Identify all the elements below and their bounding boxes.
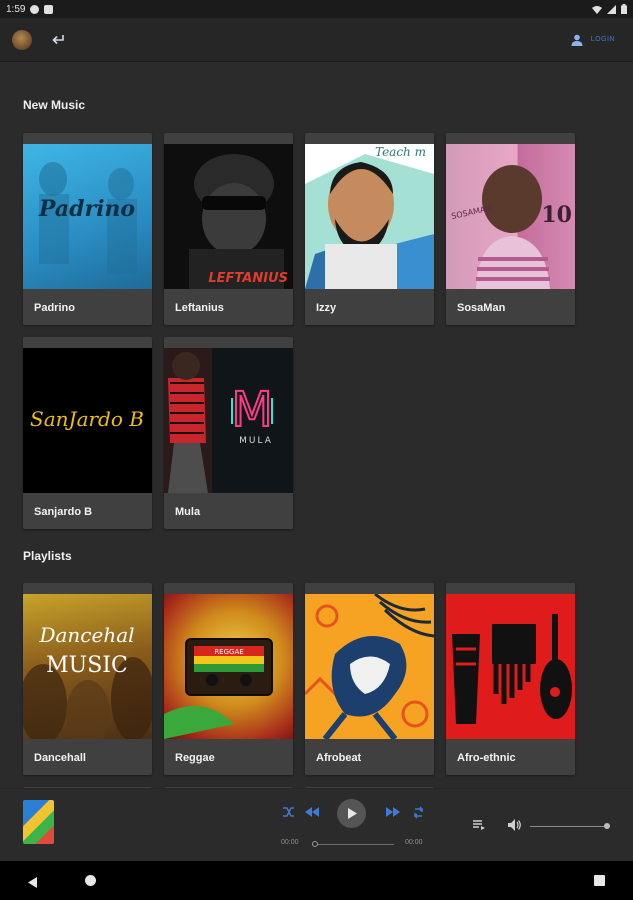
- section-title-playlists: Playlists: [23, 549, 72, 563]
- back-button[interactable]: [48, 30, 68, 50]
- section-title-new-music: New Music: [23, 98, 86, 112]
- duration-time: 00:00: [405, 839, 423, 846]
- mula-cover-letter: M: [231, 382, 272, 438]
- album-card-padrino[interactable]: Padrino Padrino: [23, 133, 152, 325]
- person-icon: [571, 34, 583, 46]
- album-label: Sanjardo B: [34, 506, 93, 518]
- playlist-card-afrobeat[interactable]: Afrobeat: [305, 583, 434, 775]
- album-card-sosaman[interactable]: SOSAMAN 10 SosaMan: [446, 133, 575, 325]
- album-cover-sanjardo-b: SanJardo B: [23, 348, 152, 493]
- sosaman-cover-number: 10: [541, 202, 572, 228]
- status-time: 1:59: [6, 3, 26, 15]
- padrino-cover-text: Padrino: [38, 196, 135, 222]
- album-label: Izzy: [316, 302, 337, 314]
- playlist-cover-reggae: REGGAE: [164, 594, 293, 739]
- nav-home-button[interactable]: [85, 875, 96, 886]
- wifi-icon: [592, 5, 602, 14]
- album-cover-mula: M MULA: [164, 348, 293, 493]
- playlist-card-afro-ethnic[interactable]: Afro-ethnic: [446, 583, 575, 775]
- album-label: Padrino: [34, 302, 75, 314]
- rewind-icon: [305, 807, 319, 817]
- playlist-card-dancehall[interactable]: Dancehal MUSIC Dancehall: [23, 583, 152, 775]
- shuffle-button[interactable]: [280, 804, 296, 820]
- nav-recents-button[interactable]: [594, 875, 605, 886]
- album-cover-padrino: Padrino: [23, 144, 152, 289]
- playlist-cover-dancehall: Dancehal MUSIC: [23, 594, 152, 739]
- fast-forward-button[interactable]: [384, 804, 402, 820]
- app-bar: LOGIN: [0, 18, 633, 62]
- album-cover-izzy: Teach m: [305, 144, 434, 289]
- main-content: New Music Padrino Padrino LEFTANIUS Left…: [0, 62, 633, 788]
- seek-thumb[interactable]: [312, 841, 318, 847]
- play-icon: [347, 808, 357, 819]
- login-button[interactable]: LOGIN: [571, 34, 615, 46]
- playlist-label: Reggae: [175, 752, 215, 764]
- rewind-button[interactable]: [303, 804, 321, 820]
- mula-cover-text: MULA: [239, 436, 273, 446]
- repeat-icon: [413, 806, 423, 818]
- elapsed-time: 00:00: [281, 839, 299, 846]
- queue-list-icon: [473, 820, 485, 830]
- fast-forward-icon: [386, 807, 400, 817]
- playlist-cover-afro-ethnic: [446, 594, 575, 739]
- nav-back-icon: [28, 877, 37, 888]
- playlist-card-reggae[interactable]: REGGAE Reggae: [164, 583, 293, 775]
- izzy-cover-text: Teach m: [375, 145, 426, 159]
- system-navigation-bar: [0, 861, 633, 900]
- dancehall-cover-text: Dancehal: [38, 623, 134, 647]
- reggae-cover-text: REGGAE: [214, 648, 243, 656]
- player-bar: 00:00 00:00: [0, 788, 633, 861]
- shuffle-icon: [282, 807, 294, 817]
- app-logo[interactable]: [12, 29, 32, 50]
- album-card-mula[interactable]: M MULA Mula: [164, 337, 293, 529]
- play-button[interactable]: [337, 799, 366, 828]
- now-playing-thumbnail[interactable]: [23, 800, 54, 844]
- dancehall-cover-subtext: MUSIC: [46, 653, 128, 678]
- back-arrow-icon: [52, 34, 64, 44]
- album-cover-leftanius: LEFTANIUS: [164, 144, 293, 289]
- sanjardo-cover-text: SanJardo B: [30, 407, 144, 431]
- volume-thumb[interactable]: [604, 823, 610, 829]
- login-label: LOGIN: [590, 36, 615, 43]
- sd-card-icon: [44, 4, 54, 14]
- album-cover-sosaman: SOSAMAN 10: [446, 144, 575, 289]
- leftanius-cover-text: LEFTANIUS: [208, 271, 288, 286]
- album-label: Mula: [175, 506, 201, 518]
- album-label: Leftanius: [175, 302, 224, 314]
- repeat-button[interactable]: [410, 804, 426, 820]
- album-card-leftanius[interactable]: LEFTANIUS Leftanius: [164, 133, 293, 325]
- playlist-label: Afro-ethnic: [457, 752, 516, 764]
- playlist-label: Dancehall: [34, 752, 86, 764]
- sosaman-cover-text: SOSAMAN: [451, 204, 492, 221]
- status-bar: 1:59: [0, 0, 633, 18]
- album-card-izzy[interactable]: Teach m Izzy: [305, 133, 434, 325]
- queue-button[interactable]: [471, 818, 487, 832]
- album-label: SosaMan: [457, 302, 506, 314]
- playlist-cover-afrobeat: [305, 594, 434, 739]
- nav-back-button[interactable]: [28, 875, 38, 893]
- signal-icon: [607, 4, 616, 14]
- volume-icon: [508, 819, 521, 831]
- app-notification-icon: [30, 4, 40, 14]
- volume-button[interactable]: [506, 818, 524, 832]
- seek-bar[interactable]: [312, 841, 394, 847]
- album-card-sanjardo-b[interactable]: SanJardo B Sanjardo B: [23, 337, 152, 529]
- battery-icon: [621, 4, 627, 14]
- volume-slider[interactable]: [530, 823, 610, 829]
- playlist-label: Afrobeat: [316, 752, 362, 764]
